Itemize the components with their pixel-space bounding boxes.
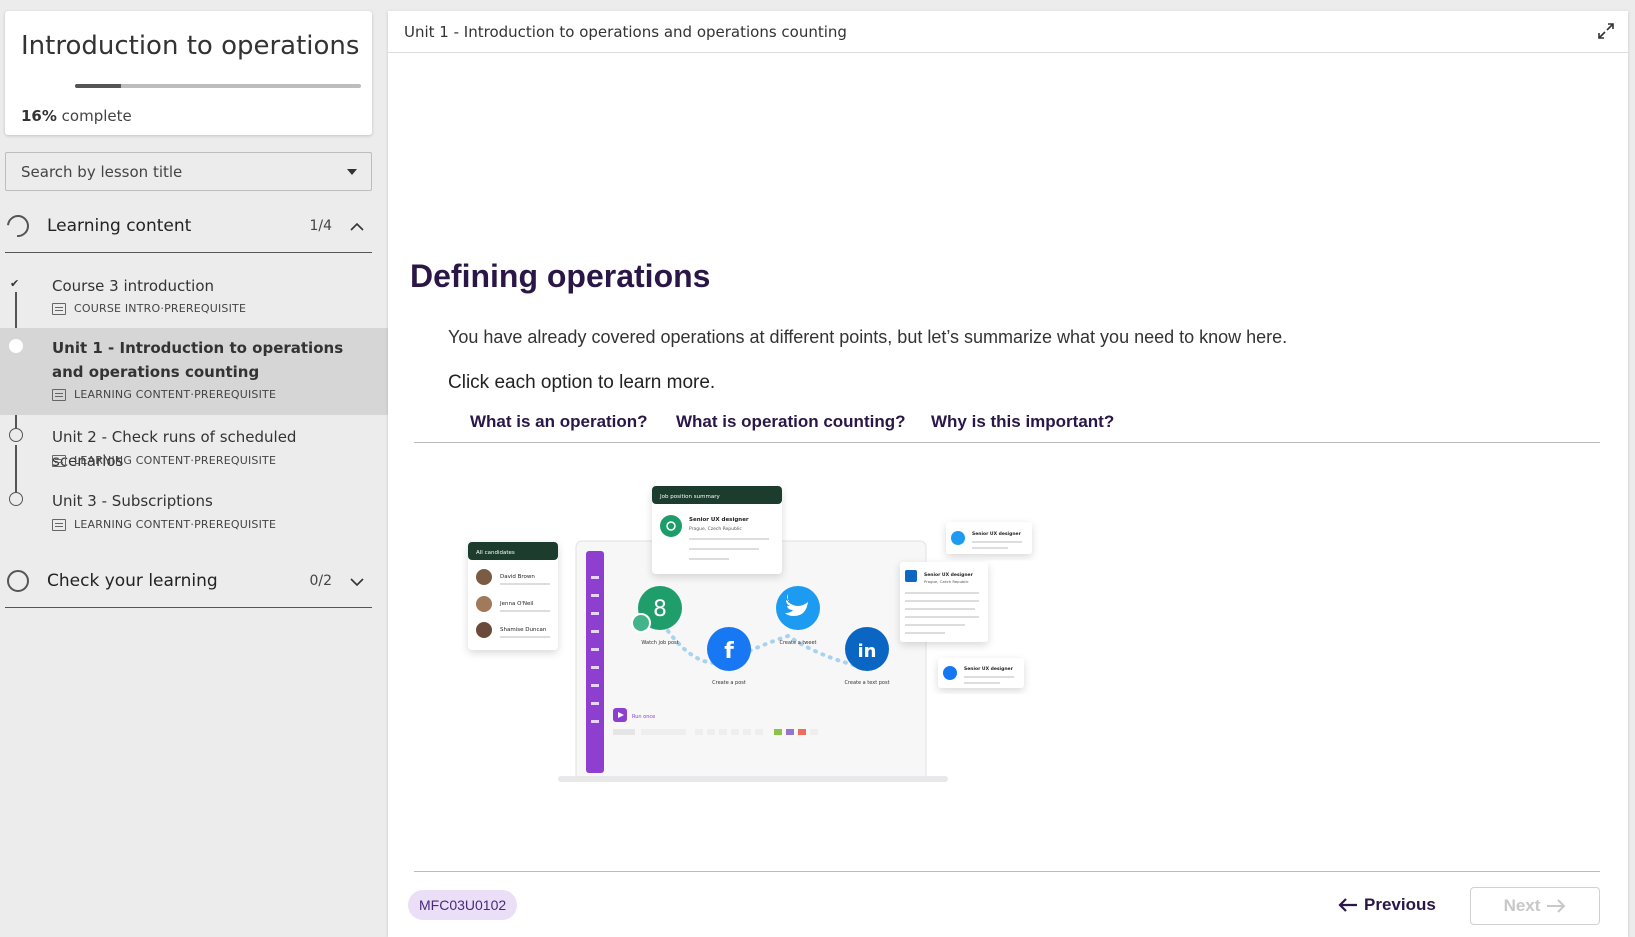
progress-suffix: complete	[56, 107, 132, 125]
lesson-tag: PREREQUISITE	[164, 302, 247, 315]
lesson-breadcrumb: Unit 1 - Introduction to operations and …	[404, 23, 847, 41]
course-progress-fill	[75, 84, 121, 88]
lesson-search-placeholder: Search by lesson title	[21, 163, 183, 181]
lesson-instruction: Click each option to learn more.	[448, 372, 716, 393]
svg-text:f: f	[724, 639, 734, 664]
social-card-location: Prague, Czech Republic	[924, 579, 969, 584]
candidates-card: All candidates David Brown Jenna O'Neil …	[468, 542, 558, 650]
lesson-item-unit-2[interactable]: Unit 2 - Check runs of scheduled scenari…	[0, 420, 388, 476]
twitter-post-card: Senior UX designer	[946, 522, 1032, 554]
progress-percent: 16%	[21, 107, 57, 125]
lesson-type: LEARNING CONTENT	[74, 454, 191, 467]
lesson-header: Unit 1 - Introduction to operations and …	[388, 11, 1628, 53]
job-title: Senior UX designer	[689, 517, 749, 523]
course-sidebar: Introduction to operations 16% complete …	[0, 0, 388, 937]
expand-fullscreen-icon[interactable]	[1596, 21, 1616, 41]
candidate-name: Jenna O'Neil	[499, 601, 534, 607]
lesson-item-unit-1[interactable]: Unit 1 - Introduction to operations and …	[0, 328, 388, 415]
social-card-title: Senior UX designer	[964, 666, 1014, 672]
lesson-status-node-icon	[9, 339, 23, 353]
section-label: Learning content	[47, 216, 192, 236]
job-card-header: Job position summary	[659, 494, 720, 500]
document-icon	[52, 302, 66, 315]
candidates-header: All candidates	[476, 550, 515, 556]
lesson-code-badge: MFC03U0102	[408, 890, 518, 920]
lesson-type: COURSE INTRO	[74, 302, 161, 315]
lesson-title: Course 3 introduction	[52, 277, 215, 295]
lesson-item-unit-3[interactable]: Unit 3 - Subscriptions LEARNING CONTENT …	[0, 484, 388, 540]
svg-text:in: in	[858, 641, 877, 662]
section-progress-ring-icon	[2, 210, 34, 242]
lesson-content-panel: Unit 1 - Introduction to operations and …	[388, 11, 1628, 937]
caret-down-icon	[347, 169, 357, 175]
lesson-search-dropdown[interactable]: Search by lesson title	[5, 152, 372, 191]
lesson-tag: PREREQUISITE	[194, 388, 277, 401]
course-progress-bar	[75, 84, 361, 88]
facebook-post-card: Senior UX designer	[938, 658, 1024, 688]
lesson-title: Unit 3 - Subscriptions	[52, 492, 213, 510]
tab-what-is-an-operation[interactable]: What is an operation?	[470, 412, 648, 432]
module-label: Create a text post	[844, 680, 889, 686]
course-title: Introduction to operations	[21, 31, 360, 61]
arrow-right-icon	[1547, 899, 1566, 913]
run-once-label: Run once	[632, 714, 655, 720]
editor-toolbar	[586, 551, 604, 773]
job-summary-card: Job position summary Senior UX designer …	[652, 486, 782, 574]
slides-icon	[52, 518, 66, 531]
progress-label: 16% complete	[21, 107, 132, 125]
lesson-type: LEARNING CONTENT	[74, 388, 191, 401]
lesson-tag: PREREQUISITE	[194, 518, 277, 531]
module-label: Watch job post	[641, 640, 678, 646]
module-label: Create a tweet	[779, 640, 816, 646]
lesson-intro-text: You have already covered operations at d…	[448, 327, 1288, 347]
section-count: 1/4	[309, 218, 332, 234]
section-check-your-learning[interactable]: Check your learning 0/2	[5, 556, 372, 608]
section-learning-content[interactable]: Learning content 1/4	[2, 201, 372, 253]
option-tabs: What is an operation? What is operation …	[414, 406, 1600, 443]
course-progress-card: Introduction to operations 16% complete	[5, 11, 372, 135]
lesson-status-node-icon	[9, 428, 23, 442]
section-label: Check your learning	[47, 571, 218, 591]
social-card-title: Senior UX designer	[924, 572, 974, 578]
lesson-tag: PREREQUISITE	[194, 454, 277, 467]
lesson-type: LEARNING CONTENT	[74, 518, 191, 531]
job-location: Prague, Czech Republic	[689, 526, 742, 532]
lesson-meta: LEARNING CONTENT · PREREQUISITE	[52, 388, 276, 401]
tab-why-is-this-important[interactable]: Why is this important?	[931, 412, 1114, 432]
next-label: Next	[1503, 896, 1541, 915]
section-progress-ring-icon	[7, 570, 29, 592]
laptop-base	[558, 776, 948, 782]
linkedin-post-card: Senior UX designer Prague, Czech Republi…	[900, 562, 988, 642]
chevron-down-icon[interactable]	[350, 574, 364, 590]
lesson-meta: COURSE INTRO · PREREQUISITE	[52, 302, 246, 315]
lesson-status-node-icon	[9, 492, 23, 506]
next-button[interactable]: Next	[1470, 887, 1600, 925]
footer-divider	[414, 871, 1600, 872]
arrow-left-icon	[1338, 898, 1357, 912]
checkmark-icon: ✔	[10, 278, 20, 290]
lesson-title: Unit 1 - Introduction to operations and …	[52, 339, 344, 381]
previous-button[interactable]: Previous	[1338, 887, 1436, 923]
social-card-title: Senior UX designer	[972, 531, 1022, 537]
section-count: 0/2	[309, 573, 332, 589]
lesson-item-course-3-introduction[interactable]: ✔ Course 3 introduction COURSE INTRO · P…	[0, 272, 388, 326]
candidate-name: David Brown	[500, 574, 535, 580]
previous-label: Previous	[1364, 895, 1436, 914]
tab-what-is-operation-counting[interactable]: What is operation counting?	[676, 412, 905, 432]
svg-text:8: 8	[653, 597, 667, 622]
slides-icon	[52, 388, 66, 401]
slides-icon	[52, 454, 66, 467]
lesson-heading: Defining operations	[410, 258, 711, 294]
scenario-illustration: 8 Watch job post f Create a post Create …	[468, 486, 1032, 782]
candidate-name: Shamise Duncan	[500, 627, 547, 633]
module-label: Create a post	[712, 680, 746, 686]
lesson-meta: LEARNING CONTENT · PREREQUISITE	[52, 454, 276, 467]
lesson-meta: LEARNING CONTENT · PREREQUISITE	[52, 518, 276, 531]
chevron-up-icon[interactable]	[350, 219, 364, 235]
